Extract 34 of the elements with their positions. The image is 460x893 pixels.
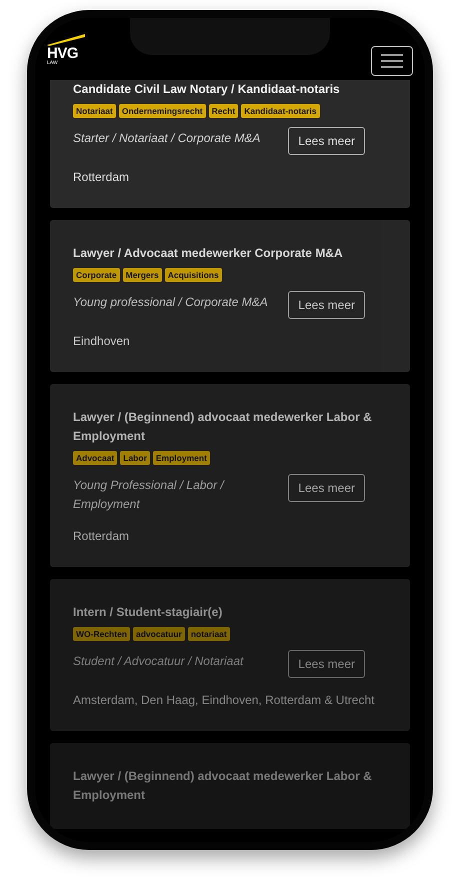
job-title: Candidate Civil Law Notary / Kandidaat-notaris [73, 81, 341, 98]
read-more-button[interactable]: Lees meer [288, 650, 365, 678]
job-title: Intern / Student-stagiair(e) [73, 604, 224, 621]
tag-label: Ondernemingsrecht [118, 104, 206, 118]
job-location: Eindhoven [73, 334, 131, 348]
tag-label: Recht [208, 104, 238, 118]
job-title: Lawyer / (Beginnend) advocaat medewerker Labor & Employment [73, 409, 373, 445]
tag-label: Mergers [122, 268, 162, 282]
job-location: Amsterdam, Den Haag, Eindhoven, Rotterdam & Utrecht [73, 693, 376, 707]
read-more-button[interactable]: Lees meer [288, 127, 365, 155]
tag-label: Corporate [73, 268, 120, 282]
menu-icon [381, 54, 403, 68]
tag-label: notariaat [188, 627, 230, 641]
tag-label: Advocaat [73, 451, 118, 465]
job-title: Lawyer / Advocaat medewerker Corporate M&A [73, 245, 344, 262]
read-more-button[interactable]: Lees meer [288, 291, 365, 319]
tag-label: WO-Rechten [73, 627, 130, 641]
logo-text[interactable]: HVG [47, 46, 85, 61]
tag-label: advocatuur [133, 627, 185, 641]
job-location: Rotterdam [73, 170, 130, 184]
tag-label: Acquisitions [164, 268, 222, 282]
tag-label: Notariaat [73, 104, 116, 118]
job-category: Student / Advocatuur / Notariaat [73, 653, 244, 670]
tag-label: Labor [120, 451, 150, 465]
menu-button[interactable] [371, 46, 413, 76]
read-more-button[interactable]: Lees meer [288, 474, 365, 502]
job-location: Rotterdam [73, 529, 130, 543]
tag-label: Kandidaat-notaris [241, 104, 320, 118]
logo-stripe-icon [47, 34, 85, 46]
job-title: Lawyer / (Beginnend) advocaat medewerker Labor & Employment [73, 768, 373, 804]
job-category: Young Professional / Labor / Employment [73, 477, 226, 513]
job-category: Starter / Notariaat / Corporate M&A [73, 130, 260, 147]
tag-label: Employment [152, 451, 210, 465]
job-category: Young professional / Corporate M&A [73, 294, 268, 311]
